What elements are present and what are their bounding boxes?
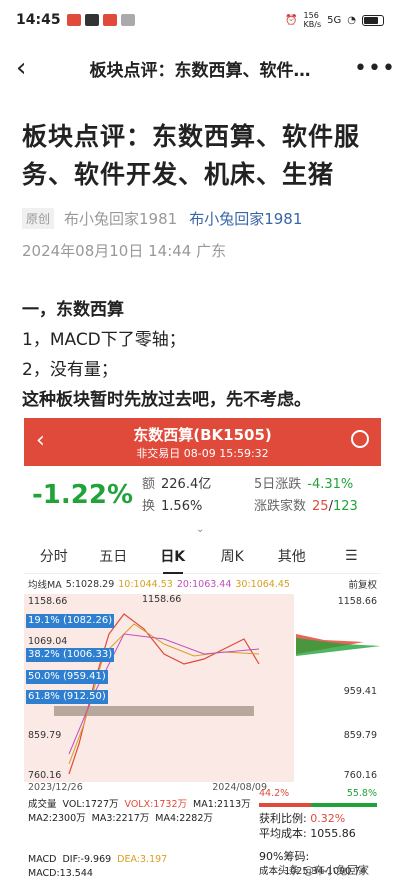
top-nav: ‹ 板块点评：东数西算、软件… ••• (0, 44, 400, 92)
section-title: 一，东数西算 (22, 300, 124, 320)
ma30: 30:1064.45 (235, 578, 290, 590)
chevron-down-icon: ⌄ (196, 524, 205, 535)
d5-value: -4.31% (307, 477, 354, 492)
peak-label: 1158.66 (142, 594, 182, 605)
right-label-2: 959.41 (343, 686, 377, 697)
quote-grid: 额 226.4亿 5日涨跌 -4.31% 换 1.56% 涨跌家数 25/123 (142, 474, 366, 518)
macd-title: MACD (28, 854, 57, 865)
avgcost-label: 平均成本: (259, 827, 307, 840)
dea-value: DEA:3.197 (117, 854, 168, 865)
ma10: 10:1044.53 (118, 578, 173, 590)
vol-title: 成交量 (28, 799, 57, 810)
d5-label: 5日涨跌 (254, 477, 302, 492)
tab-weekly[interactable]: 周K (203, 546, 263, 566)
body-line-2: 2，没有量； (22, 360, 118, 380)
ma5: 5:1028.29 (65, 578, 115, 590)
volx-value: VOLX:1732万 (124, 799, 188, 810)
vol-value: VOL:1727万 (62, 799, 119, 810)
wifi-icon: ◔ (347, 14, 356, 26)
back-arrow-icon[interactable]: ‹ (16, 53, 46, 83)
stock-header: ‹ 东数西算(BK1505) 非交易日 08-09 15:59:32 (24, 418, 381, 466)
net-speed: 156 KB/s (303, 11, 322, 29)
updown-label: 涨跌家数 (254, 499, 307, 514)
message-icon (84, 14, 99, 26)
ma1-value: MA1:2113万 (193, 799, 251, 810)
right-label-1: 1158.66 (337, 596, 377, 607)
body-line-1: 1，MACD下了零轴； (22, 330, 186, 350)
stat-right: 55.8% (346, 788, 377, 799)
chip-ratio-bar (259, 803, 377, 807)
ma2-value: MA2:2300万 (28, 813, 86, 824)
adjust-label: 前复权 (348, 580, 377, 591)
article-headline: 板块点评：东数西算、软件服务、软件开发、机床、生猪 (22, 122, 361, 189)
app-notification-icon-2 (102, 14, 117, 26)
left-label-2: 1069.04 (28, 636, 68, 647)
fib-level-4: 61.8% (912.50) (26, 690, 108, 704)
status-time: 14:45 (16, 12, 61, 28)
down-count: 123 (332, 499, 358, 514)
date-start: 2023/12/26 (28, 782, 83, 793)
ma20: 20:1063.44 (176, 578, 232, 590)
status-bar: 14:45 ⏰ 156 KB/s 5G ◔ (0, 0, 400, 40)
stat-left: 44.2% (259, 788, 290, 799)
avgcost-value: 1055.86 (310, 827, 356, 840)
period-tabs: 分时 五日 日K 周K 其他 ☰ (24, 538, 381, 574)
ma4-value: MA4:2282万 (155, 813, 213, 824)
watermark: 头条 @布小兔回家 (277, 864, 370, 877)
left-label-3: 859.79 (28, 730, 62, 741)
nav-title: 板块点评：东数西算、软件… (89, 60, 311, 81)
ma-title: 均线MA (28, 580, 62, 591)
article-date: 2024年08月10日 14:44 广东 (22, 242, 227, 260)
amount-label: 额 (142, 477, 156, 492)
original-tag: 原创 (22, 207, 55, 229)
article-meta: 原创 布小兔回家1981 布小兔回家1981 (22, 206, 382, 230)
right-label-4: 760.16 (343, 770, 377, 781)
author-name: 布小兔回家1981 (64, 209, 178, 228)
menu-icon[interactable]: ☰ (322, 548, 382, 564)
fib-level-3: 50.0% (959.41) (26, 670, 108, 684)
battery-icon (362, 14, 384, 26)
turnover-value: 1.56% (161, 499, 203, 514)
chip-dist-green (296, 638, 381, 656)
gap-band (54, 706, 254, 716)
tab-5day[interactable]: 五日 (84, 546, 144, 566)
amount-value: 226.4亿 (161, 477, 212, 492)
left-label-1: 1158.66 (28, 596, 68, 607)
play-icon (120, 14, 135, 26)
tab-intraday[interactable]: 分时 (24, 546, 84, 566)
tab-other[interactable]: 其他 (262, 546, 322, 566)
ma3-value: MA3:2217万 (91, 813, 150, 824)
dif-value: DIF:-9.969 (62, 854, 112, 865)
right-label-3: 859.79 (343, 730, 377, 741)
kline-chart[interactable]: 19.1% (1082.26) 38.2% (1006.33) 50.0% (9… (24, 594, 381, 782)
signal-label: 5G (327, 14, 342, 26)
change-pct: -1.22% (32, 480, 133, 510)
article: 板块点评：东数西算、软件服务、软件开发、机床、生猪 原创 布小兔回家1981 布… (22, 118, 382, 415)
stock-chart-image[interactable]: ‹ 东数西算(BK1505) 非交易日 08-09 15:59:32 -1.22… (24, 418, 381, 888)
app-notification-icon (66, 14, 81, 26)
author-link[interactable]: 布小兔回家1981 (189, 208, 302, 229)
profit-value: 0.32% (310, 812, 346, 825)
stock-back-icon: ‹ (36, 428, 45, 453)
fib-level-1: 19.1% (1082.26) (26, 614, 115, 628)
article-body: 一，东数西算 1，MACD下了零轴； 2，没有量； 这种板块暂时先放过去吧，先不… (22, 295, 382, 415)
tab-daily[interactable]: 日K (143, 546, 203, 574)
status-right: ⏰ 156 KB/s 5G ◔ (285, 11, 384, 29)
left-label-4: 760.16 (28, 770, 62, 781)
quote-panel: -1.22% 额 226.4亿 5日涨跌 -4.31% 换 1.56% 涨跌家数 25/… (24, 466, 381, 538)
profit-label: 获利比例: (259, 812, 307, 825)
up-count: 25 (312, 499, 329, 514)
search-icon (351, 430, 369, 448)
body-line-3: 这种板块暂时先放过去吧，先不考虑。 (22, 390, 311, 410)
stock-name: 东数西算(BK1505) (133, 426, 272, 444)
stock-status: 非交易日 08-09 15:59:32 (136, 447, 269, 460)
ellipsis-icon[interactable]: ••• (354, 56, 395, 81)
ma-legend: 均线MA 5:1028.29 10:1044.53 20:1063.44 30:… (24, 574, 381, 594)
turnover-label: 换 (142, 499, 156, 514)
alarm-icon: ⏰ (285, 14, 298, 26)
macd-value: MACD:13.544 (28, 868, 93, 879)
fib-level-2: 38.2% (1006.33) (26, 648, 115, 662)
